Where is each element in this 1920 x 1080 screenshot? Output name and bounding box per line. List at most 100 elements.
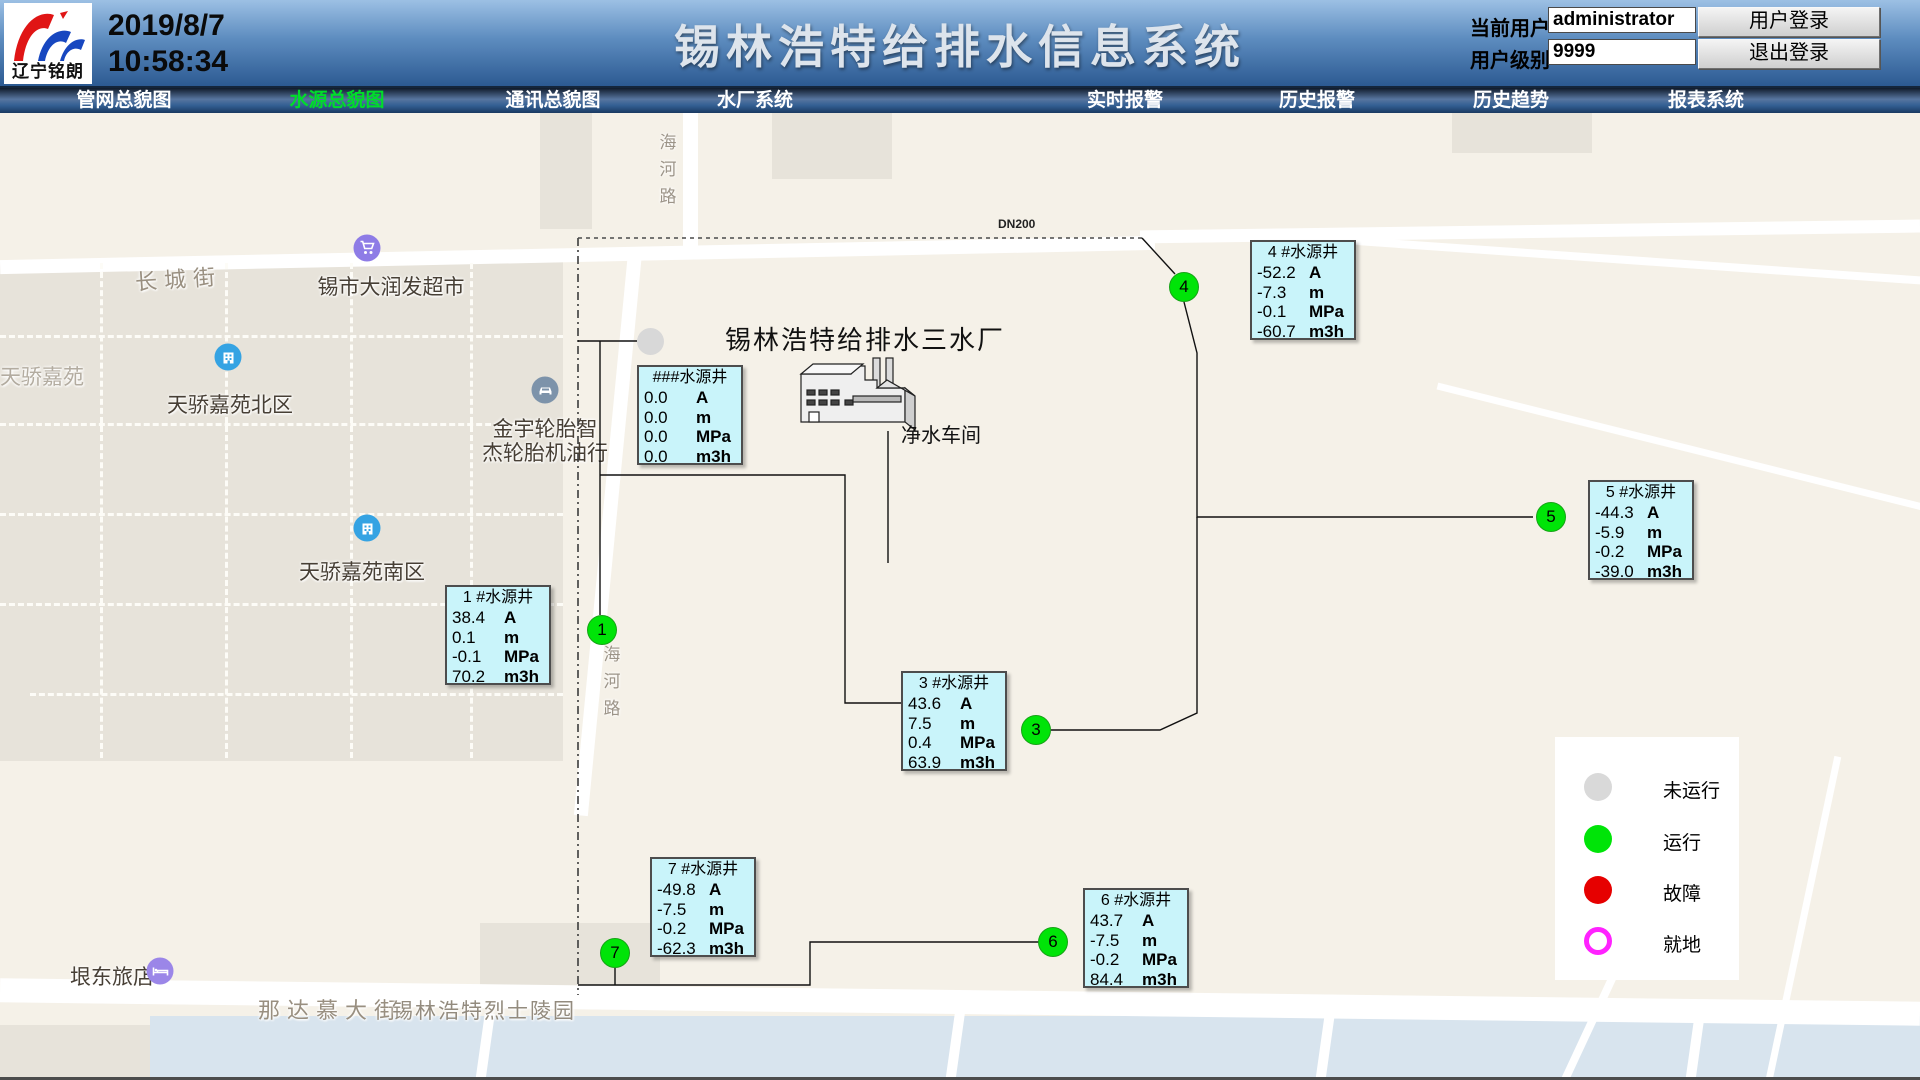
fault-status-dot — [1584, 876, 1612, 904]
company-logo: 辽宁铭朗 — [4, 3, 92, 84]
well-level: -7.3 — [1252, 283, 1309, 303]
unit-label: m3h — [1309, 322, 1344, 342]
tab-water-source-overview[interactable]: 水源总貌图 — [289, 89, 384, 112]
well-status-circle-6[interactable]: 6 — [1038, 927, 1068, 957]
unit-label: A — [960, 694, 972, 714]
well-box-3: 3 #水源井 43.6A 7.5m 0.4MPa 63.9m3h — [901, 671, 1007, 771]
well-title: 1 #水源井 — [447, 587, 549, 608]
well-box-1: 1 #水源井 38.4A 0.1m -0.1MPa 70.2m3h — [445, 585, 551, 685]
login-button[interactable]: 用户登录 — [1698, 7, 1880, 37]
well-level: 0.1 — [447, 628, 504, 648]
well-pressure: -0.2 — [652, 919, 709, 939]
well-number: 4 — [1179, 277, 1188, 297]
unit-label: A — [1309, 263, 1321, 283]
tab-realtime-alarm[interactable]: 实时报警 — [1087, 89, 1163, 112]
well-status-circle-idle[interactable] — [637, 328, 664, 355]
scada-window: 辽宁铭朗 2019/8/7 10:58:34 锡林浩特给排水信息系统 当前用户 … — [0, 0, 1920, 1080]
user-level-label: 用户级别 — [1470, 44, 1560, 73]
well-level: -7.5 — [652, 900, 709, 920]
unit-label: m3h — [960, 753, 995, 773]
well-flow: -62.3 — [652, 939, 709, 959]
well-flow: 63.9 — [903, 753, 960, 773]
well-flow: 70.2 — [447, 667, 504, 687]
unit-label: m — [1309, 283, 1324, 303]
unit-label: m — [504, 628, 519, 648]
well-title: ###水源井 — [639, 367, 741, 388]
unit-label: m — [960, 714, 975, 734]
well-flow: -39.0 — [1590, 562, 1647, 582]
well-box-5: 5 #水源井 -44.3A -5.9m -0.2MPa -39.0m3h — [1588, 480, 1694, 580]
workshop-label: 净水车间 — [901, 419, 981, 448]
well-flow: -60.7 — [1252, 322, 1309, 342]
tab-history-alarm[interactable]: 历史报警 — [1279, 89, 1355, 112]
well-number: 6 — [1048, 932, 1057, 952]
well-title: 7 #水源井 — [652, 859, 754, 880]
unit-label: A — [504, 608, 516, 628]
well-pressure: 0.0 — [639, 427, 696, 447]
current-user-input[interactable] — [1548, 7, 1696, 33]
legend-item-local: 就地 — [1555, 927, 1739, 957]
legend-label: 就地 — [1663, 930, 1701, 957]
logout-button[interactable]: 退出登录 — [1698, 39, 1880, 69]
status-legend: 未运行 运行 故障 就地 — [1555, 737, 1739, 980]
well-level: 0.0 — [639, 408, 696, 428]
well-title: 6 #水源井 — [1085, 890, 1187, 911]
unit-label: MPa — [1309, 302, 1344, 322]
well-level: -7.5 — [1085, 931, 1142, 951]
unit-label: MPa — [504, 647, 539, 667]
well-number: 5 — [1546, 507, 1555, 527]
unit-label: m — [709, 900, 724, 920]
unit-label: MPa — [1142, 950, 1177, 970]
well-box-7: 7 #水源井 -49.8A -7.5m -0.2MPa -62.3m3h — [650, 857, 756, 957]
well-title: 3 #水源井 — [903, 673, 1005, 694]
well-current: -44.3 — [1590, 503, 1647, 523]
well-status-circle-5[interactable]: 5 — [1536, 502, 1566, 532]
well-pressure: -0.1 — [447, 647, 504, 667]
unit-label: MPa — [696, 427, 731, 447]
unit-label: m — [696, 408, 711, 428]
well-box-6: 6 #水源井 43.7A -7.5m -0.2MPa 84.4m3h — [1083, 888, 1189, 988]
unit-label: A — [709, 880, 721, 900]
logo-text: 辽宁铭朗 — [4, 63, 92, 80]
page-title: 锡林浩特给排水信息系统 — [674, 11, 1246, 77]
user-level-input[interactable] — [1548, 39, 1696, 65]
unit-label: A — [1647, 503, 1659, 523]
current-user-label: 当前用户 — [1470, 12, 1560, 41]
unit-label: m — [1142, 931, 1157, 951]
datetime: 2019/8/7 10:58:34 — [108, 8, 228, 80]
date-text: 2019/8/7 — [108, 8, 228, 44]
unit-label: A — [696, 388, 708, 408]
idle-status-dot — [1584, 773, 1612, 801]
well-status-circle-1[interactable]: 1 — [587, 615, 617, 645]
tab-pipe-network-overview[interactable]: 管网总貌图 — [76, 89, 171, 112]
well-number: 1 — [597, 620, 606, 640]
well-level: -5.9 — [1590, 523, 1647, 543]
unit-label: m3h — [1142, 970, 1177, 990]
header-bar: 辽宁铭朗 2019/8/7 10:58:34 锡林浩特给排水信息系统 当前用户 … — [0, 0, 1920, 88]
unit-label: m — [1647, 523, 1662, 543]
well-status-circle-7[interactable]: 7 — [600, 938, 630, 968]
tab-communication-overview[interactable]: 通讯总貌图 — [505, 89, 600, 112]
unit-label: MPa — [1647, 542, 1682, 562]
well-title: 4 #水源井 — [1252, 242, 1354, 263]
tab-report-system[interactable]: 报表系统 — [1668, 89, 1744, 112]
well-pressure: -0.2 — [1085, 950, 1142, 970]
legend-label: 未运行 — [1663, 776, 1720, 803]
well-pressure: -0.1 — [1252, 302, 1309, 322]
logo-swoosh-icon — [8, 5, 88, 63]
running-status-dot — [1584, 825, 1612, 853]
legend-label: 故障 — [1663, 879, 1701, 906]
well-number: 3 — [1031, 720, 1040, 740]
well-current: -52.2 — [1252, 263, 1309, 283]
map-canvas[interactable]: 长城街 锡市大润发超市 天骄嘉苑 天骄嘉苑北区 金宇轮胎智 杰轮胎机油行 天骄嘉… — [0, 113, 1920, 1080]
well-current: -49.8 — [652, 880, 709, 900]
tab-water-plant-system[interactable]: 水厂系统 — [717, 89, 793, 112]
well-title: 5 #水源井 — [1590, 482, 1692, 503]
well-current: 43.7 — [1085, 911, 1142, 931]
well-status-circle-4[interactable]: 4 — [1169, 272, 1199, 302]
unit-label: MPa — [960, 733, 995, 753]
tab-history-trend[interactable]: 历史趋势 — [1473, 89, 1549, 112]
well-status-circle-3[interactable]: 3 — [1021, 715, 1051, 745]
legend-item-running: 运行 — [1555, 825, 1739, 855]
well-current: 0.0 — [639, 388, 696, 408]
